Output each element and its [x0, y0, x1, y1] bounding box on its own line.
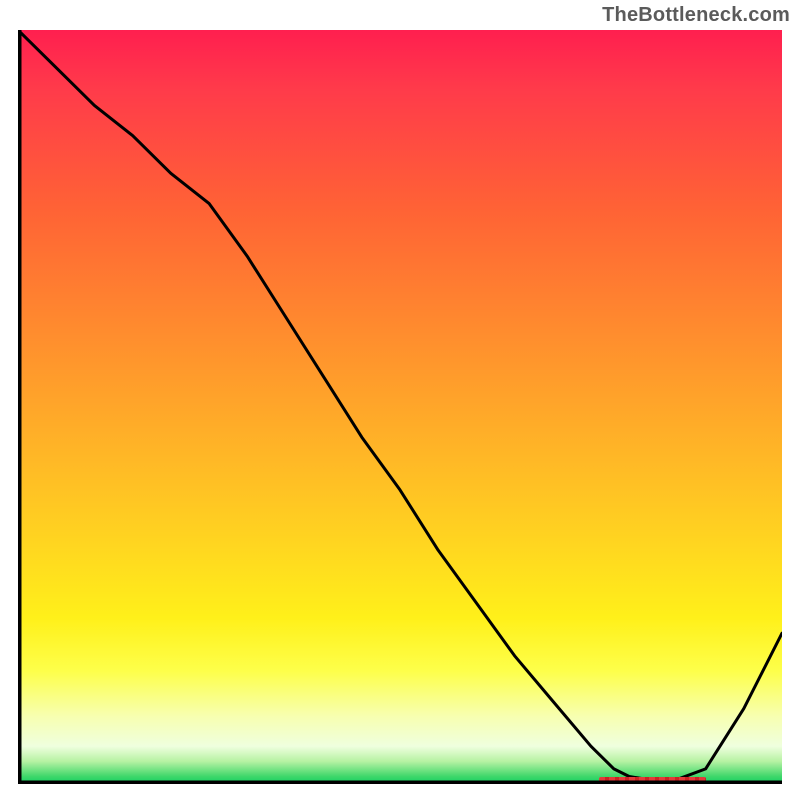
- chart-container: TheBottleneck.com: [0, 0, 800, 800]
- plot-area: [18, 30, 782, 784]
- gradient-background: [18, 30, 782, 784]
- optimum-marker: [599, 777, 706, 783]
- attribution-label: TheBottleneck.com: [602, 4, 790, 27]
